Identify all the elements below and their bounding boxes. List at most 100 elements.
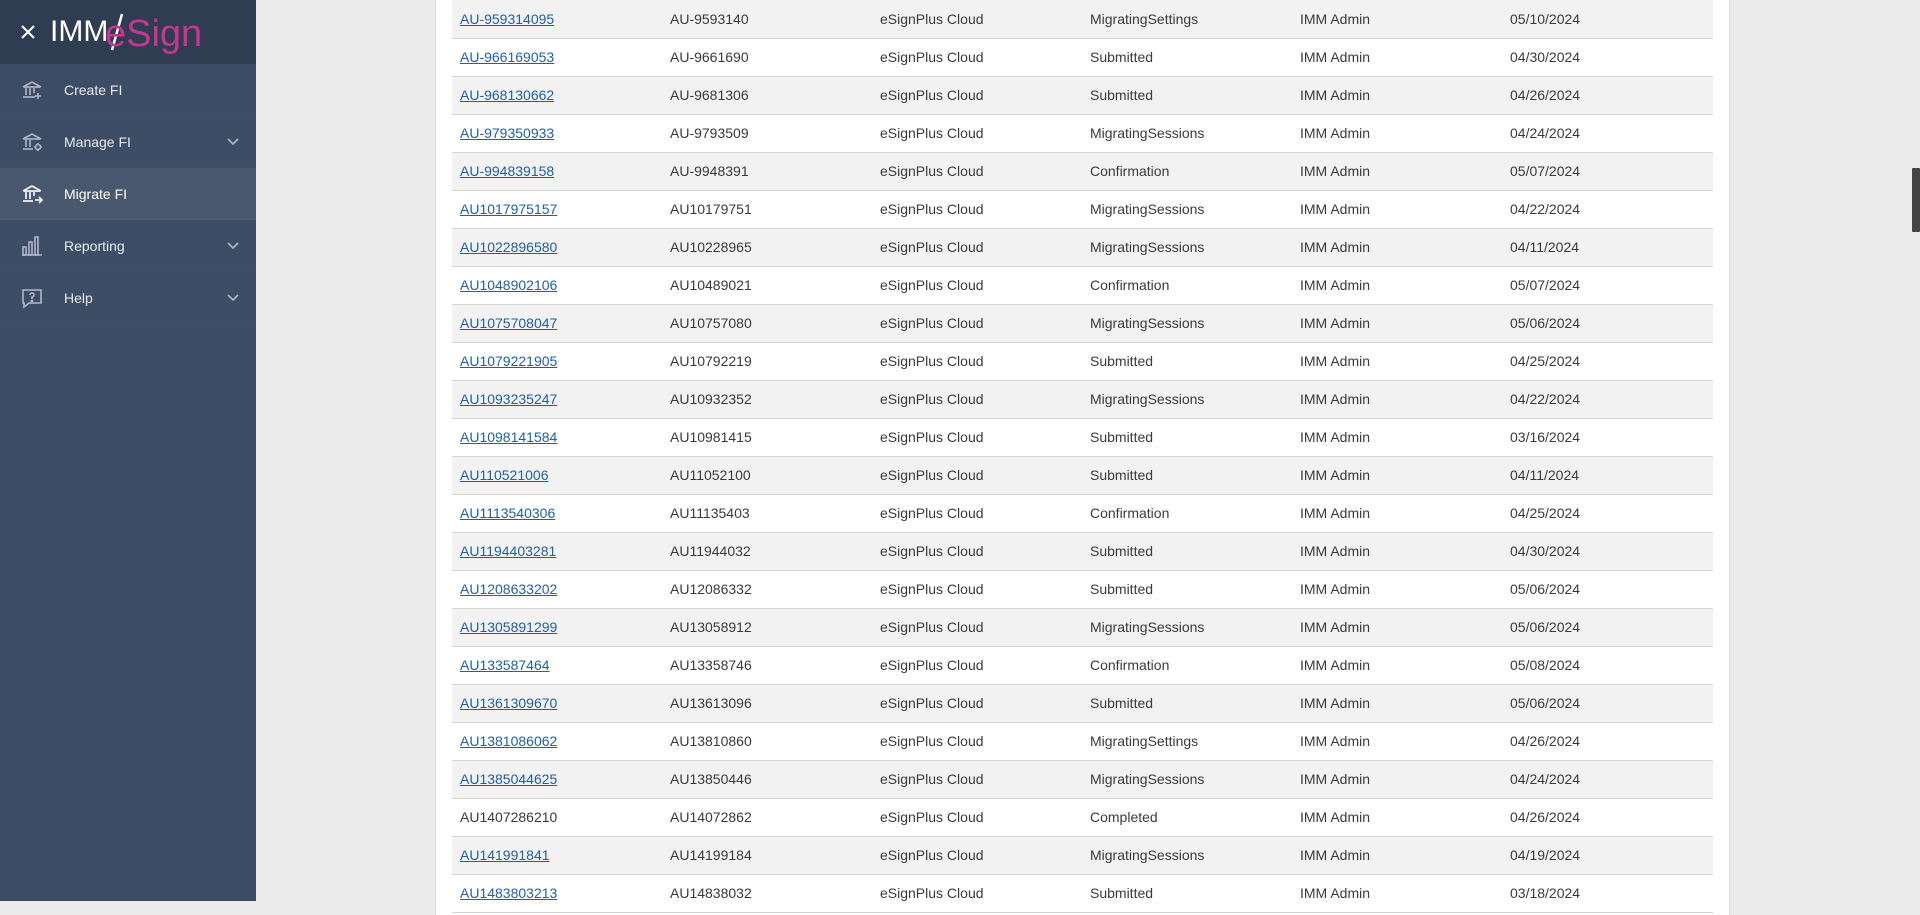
- fi-id-link[interactable]: AU1022896580: [460, 239, 557, 255]
- status-cell: Submitted: [1082, 38, 1292, 77]
- status-cell: MigratingSettings: [1082, 0, 1292, 39]
- platform-cell: eSignPlus Cloud: [872, 646, 1082, 685]
- fi-id-cell: AU1407286210: [452, 798, 662, 837]
- date-cell: 04/11/2024: [1502, 228, 1713, 267]
- page-scrollbar-thumb[interactable]: [1912, 168, 1920, 232]
- fi-id-link[interactable]: AU1305891299: [460, 619, 557, 635]
- fi-id-link[interactable]: AU1079221905: [460, 353, 557, 369]
- date-cell: 04/24/2024: [1502, 114, 1713, 153]
- chevron-down-icon: [226, 238, 240, 252]
- close-menu-button[interactable]: [16, 20, 40, 44]
- user-cell: IMM Admin: [1292, 228, 1502, 267]
- platform-cell: eSignPlus Cloud: [872, 304, 1082, 343]
- fi-id-link[interactable]: AU1017975157: [460, 201, 557, 217]
- fi-id-cell: AU1098141584: [452, 418, 662, 457]
- code-cell: AU13613096: [662, 684, 872, 723]
- fi-id-cell: AU1113540306: [452, 494, 662, 533]
- user-cell: IMM Admin: [1292, 152, 1502, 191]
- fi-id-link[interactable]: AU1093235247: [460, 391, 557, 407]
- fi-id-link[interactable]: AU1385044625: [460, 771, 557, 787]
- table-row: AU1022896580 AU10228965 eSignPlus Cloud Mig…: [452, 228, 1713, 267]
- code-cell: AU13358746: [662, 646, 872, 685]
- fi-id-link[interactable]: AU110521006: [460, 467, 548, 483]
- fi-id-link[interactable]: AU1113540306: [460, 505, 555, 521]
- sidebar-item-reporting[interactable]: Reporting: [0, 220, 256, 272]
- platform-cell: eSignPlus Cloud: [872, 684, 1082, 723]
- fi-id-link[interactable]: AU133587464: [460, 657, 550, 673]
- fi-id-link[interactable]: AU-966169053: [460, 49, 554, 65]
- fi-id-link[interactable]: AU1098141584: [460, 429, 557, 445]
- fi-id-link[interactable]: AU141991841: [460, 847, 550, 863]
- date-cell: 05/06/2024: [1502, 608, 1713, 647]
- code-cell: AU10792219: [662, 342, 872, 381]
- fi-id-cell: AU1017975157: [452, 190, 662, 229]
- platform-cell: eSignPlus Cloud: [872, 114, 1082, 153]
- table-row: AU-959314095 AU-9593140 eSignPlus Cloud Mig…: [452, 0, 1713, 39]
- user-cell: IMM Admin: [1292, 570, 1502, 609]
- status-cell: Submitted: [1082, 532, 1292, 571]
- table-row: AU1113540306 AU11135403 eSignPlus Cloud Con…: [452, 494, 1713, 533]
- user-cell: IMM Admin: [1292, 532, 1502, 571]
- status-cell: Confirmation: [1082, 152, 1292, 191]
- code-cell: AU-9661690: [662, 38, 872, 77]
- code-cell: AU13810860: [662, 722, 872, 761]
- fi-id-link[interactable]: AU1048902106: [460, 277, 557, 293]
- date-cell: 05/07/2024: [1502, 152, 1713, 191]
- date-cell: 05/08/2024: [1502, 646, 1713, 685]
- sidebar-item-create-fi[interactable]: Create FI: [0, 64, 256, 116]
- user-cell: IMM Admin: [1292, 646, 1502, 685]
- table-row: AU1305891299 AU13058912 eSignPlus Cloud Mig…: [452, 608, 1713, 647]
- fi-id-cell: AU1385044625: [452, 760, 662, 799]
- date-cell: 04/30/2024: [1502, 532, 1713, 571]
- status-cell: Submitted: [1082, 684, 1292, 723]
- date-cell: 05/06/2024: [1502, 304, 1713, 343]
- sidebar-item-manage-fi[interactable]: Manage FI: [0, 116, 256, 168]
- user-cell: IMM Admin: [1292, 456, 1502, 495]
- date-cell: 05/06/2024: [1502, 570, 1713, 609]
- table-row: AU1093235247 AU10932352 eSignPlus Cloud Mig…: [452, 380, 1713, 419]
- bank-plus-icon: [20, 78, 44, 102]
- platform-cell: eSignPlus Cloud: [872, 190, 1082, 229]
- fi-id-cell: AU133587464: [452, 646, 662, 685]
- fi-id-link[interactable]: AU1208633202: [460, 581, 557, 597]
- status-cell: Submitted: [1082, 76, 1292, 115]
- sidebar-item-help[interactable]: Help: [0, 272, 256, 324]
- fi-id-link[interactable]: AU-968130662: [460, 87, 554, 103]
- code-cell: AU-9681306: [662, 76, 872, 115]
- table-row: AU1017975157 AU10179751 eSignPlus Cloud Mig…: [452, 190, 1713, 229]
- fi-id-link[interactable]: AU-959314095: [460, 11, 554, 27]
- user-cell: IMM Admin: [1292, 380, 1502, 419]
- code-cell: AU14072862: [662, 798, 872, 837]
- fi-id-cell: AU1361309670: [452, 684, 662, 723]
- date-cell: 04/11/2024: [1502, 456, 1713, 495]
- fi-id-cell: AU1305891299: [452, 608, 662, 647]
- status-cell: Submitted: [1082, 342, 1292, 381]
- code-cell: AU13058912: [662, 608, 872, 647]
- fi-id-link[interactable]: AU1381086062: [460, 733, 557, 749]
- code-cell: AU13850446: [662, 760, 872, 799]
- date-cell: 03/18/2024: [1502, 874, 1713, 913]
- code-cell: AU-9593140: [662, 0, 872, 39]
- svg-text:IMM: IMM: [50, 15, 108, 48]
- status-cell: Submitted: [1082, 874, 1292, 913]
- code-cell: AU10228965: [662, 228, 872, 267]
- fi-id-cell: AU-966169053: [452, 38, 662, 77]
- fi-id-link[interactable]: AU-979350933: [460, 125, 554, 141]
- fi-id-cell: AU141991841: [452, 836, 662, 875]
- date-cell: 04/30/2024: [1502, 38, 1713, 77]
- fi-id-link[interactable]: AU1361309670: [460, 695, 557, 711]
- fi-id-link[interactable]: AU-994839158: [460, 163, 554, 179]
- close-icon: [21, 25, 35, 39]
- fi-id-link[interactable]: AU1194403281: [460, 543, 556, 559]
- fi-id-link[interactable]: AU1483803213: [460, 885, 557, 901]
- platform-cell: eSignPlus Cloud: [872, 836, 1082, 875]
- fi-id-cell: AU-994839158: [452, 152, 662, 191]
- bank-settings-icon: [20, 130, 44, 154]
- fi-id-link[interactable]: AU1075708047: [460, 315, 557, 331]
- status-cell: MigratingSessions: [1082, 304, 1292, 343]
- date-cell: 04/22/2024: [1502, 190, 1713, 229]
- status-cell: MigratingSessions: [1082, 760, 1292, 799]
- user-cell: IMM Admin: [1292, 342, 1502, 381]
- sidebar-item-migrate-fi[interactable]: Migrate FI: [0, 168, 256, 220]
- user-cell: IMM Admin: [1292, 874, 1502, 913]
